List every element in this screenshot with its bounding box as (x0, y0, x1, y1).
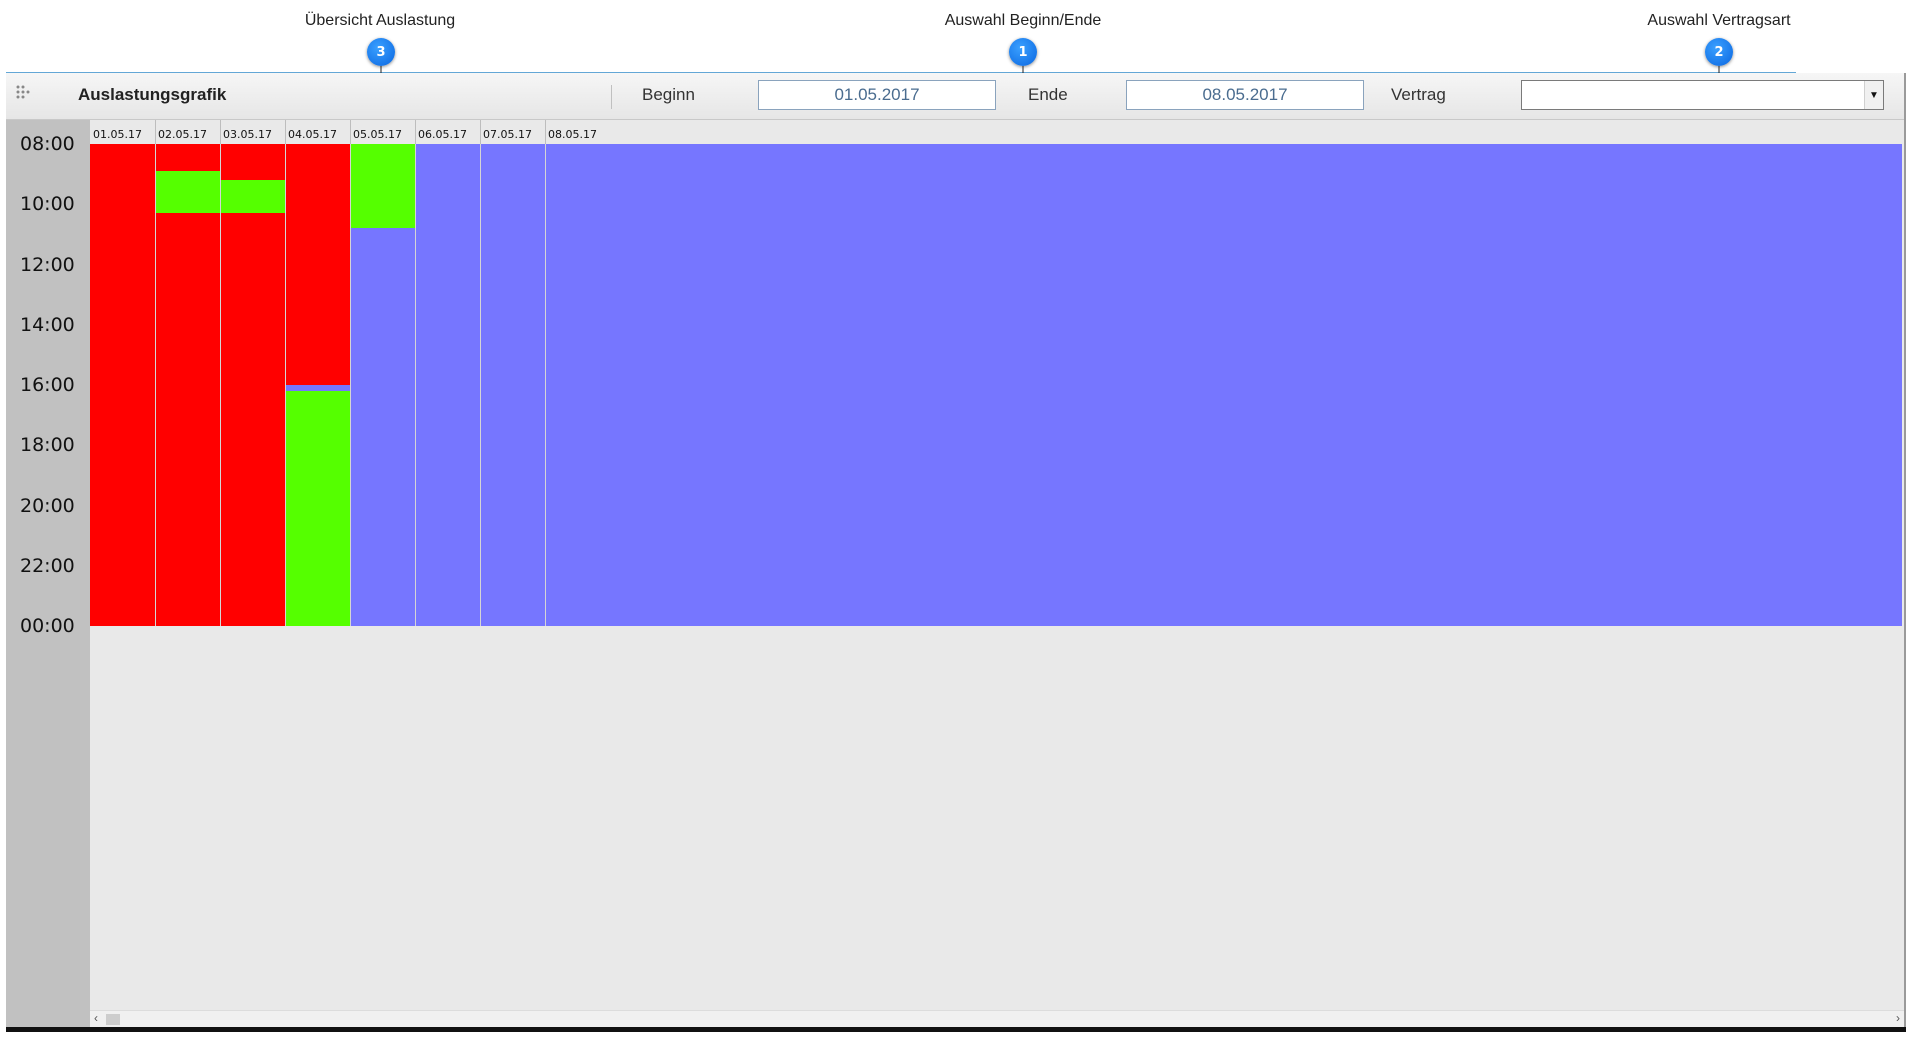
utilization-segment-occupied[interactable] (90, 144, 155, 626)
hour-tick-label: 20:00 (20, 494, 75, 517)
utilization-segment-unavailable[interactable] (480, 144, 545, 626)
horizontal-scrollbar[interactable]: ‹ › (90, 1010, 1904, 1028)
day-column-separator (285, 144, 286, 626)
hour-tick-label: 10:00 (20, 193, 75, 216)
hour-tick-label: 12:00 (20, 253, 75, 276)
utilization-segment-unavailable[interactable] (415, 144, 480, 626)
scroll-thumb[interactable] (106, 1014, 120, 1025)
scroll-right-icon[interactable]: › (1896, 1011, 1900, 1025)
time-axis: 08:00 10:00 12:00 14:00 16:00 18:00 20:00 22:00… (6, 120, 90, 1027)
hour-tick-label: 08:00 (20, 133, 75, 155)
utilization-segment-unavailable[interactable] (545, 144, 610, 626)
utilization-segment-free[interactable] (350, 144, 415, 229)
drag-handle-icon[interactable] (14, 83, 32, 105)
day-header-label: 06.05.17 (418, 128, 467, 141)
day-column-separator (155, 144, 156, 626)
utilization-segment-occupied[interactable] (220, 213, 285, 626)
utilization-window: Auslastungsgrafik Beginn Ende Vertrag ▼ … (6, 73, 1906, 1028)
day-header-separator (480, 120, 481, 144)
contract-label: Vertrag (1391, 85, 1446, 104)
hour-tick-label: 00:00 (20, 615, 75, 637)
hour-tick-label: 16:00 (20, 374, 75, 396)
day-header-label: 02.05.17 (158, 128, 207, 141)
chart-grid (90, 144, 1902, 626)
day-header-separator (415, 120, 416, 144)
callout-badge-1: 1 (1009, 38, 1037, 66)
window-bottom-edge (6, 1027, 1906, 1032)
utilization-segment-free[interactable] (155, 171, 220, 214)
day-header-label: 08.05.17 (548, 128, 597, 141)
contract-type-select[interactable]: ▼ (1521, 80, 1884, 110)
day-column-separator (220, 144, 221, 626)
day-header-separator (285, 120, 286, 144)
day-column-separator (545, 144, 546, 626)
day-header-label: 05.05.17 (353, 128, 402, 141)
utilization-segment-occupied[interactable] (155, 144, 220, 172)
day-column-separator (415, 144, 416, 626)
end-label: Ende (1028, 85, 1068, 104)
utilization-segment-occupied[interactable] (155, 213, 220, 626)
day-header-separator (545, 120, 546, 144)
utilization-segment-occupied[interactable] (220, 144, 285, 181)
day-header-label: 07.05.17 (483, 128, 532, 141)
day-header-separator (155, 120, 156, 144)
day-header-separator (350, 120, 351, 144)
callout-label-begin-end: Auswahl Beginn/Ende (944, 12, 1102, 29)
hour-tick-label: 14:00 (20, 313, 75, 336)
end-date-input[interactable] (1126, 80, 1364, 110)
callout-badge-3: 3 (367, 38, 395, 66)
day-column-separator (350, 144, 351, 626)
hour-tick-label: 18:00 (20, 434, 75, 457)
day-header-label: 04.05.17 (288, 128, 337, 141)
day-header-label: 01.05.17 (93, 128, 142, 141)
utilization-segment-unavailable[interactable] (350, 228, 415, 626)
chevron-down-icon[interactable]: ▼ (1864, 81, 1883, 109)
utilization-segment-occupied[interactable] (285, 144, 350, 385)
day-header-label: 03.05.17 (223, 128, 272, 141)
day-header-separator (220, 120, 221, 144)
begin-date-input[interactable] (758, 80, 996, 110)
utilization-chart: 01.05.17 02.05.17 03.05.17 04.05.17 05.05.17… (90, 120, 1904, 1010)
utilization-segment-free[interactable] (220, 180, 285, 214)
day-column-separator (480, 144, 481, 626)
callout-label-overview: Übersicht Auslastung (304, 12, 456, 29)
callout-label-contract: Auswahl Vertragsart (1647, 12, 1791, 29)
panel-title: Auslastungsgrafik (78, 85, 227, 104)
callout-badge-2: 2 (1705, 38, 1733, 66)
utilization-segment-free[interactable] (285, 391, 350, 626)
scroll-left-icon[interactable]: ‹ (94, 1011, 98, 1025)
begin-label: Beginn (642, 85, 695, 104)
hour-tick-label: 22:00 (20, 554, 75, 577)
toolbar: Auslastungsgrafik Beginn Ende Vertrag ▼ (6, 73, 1904, 120)
toolbar-divider (611, 85, 612, 109)
